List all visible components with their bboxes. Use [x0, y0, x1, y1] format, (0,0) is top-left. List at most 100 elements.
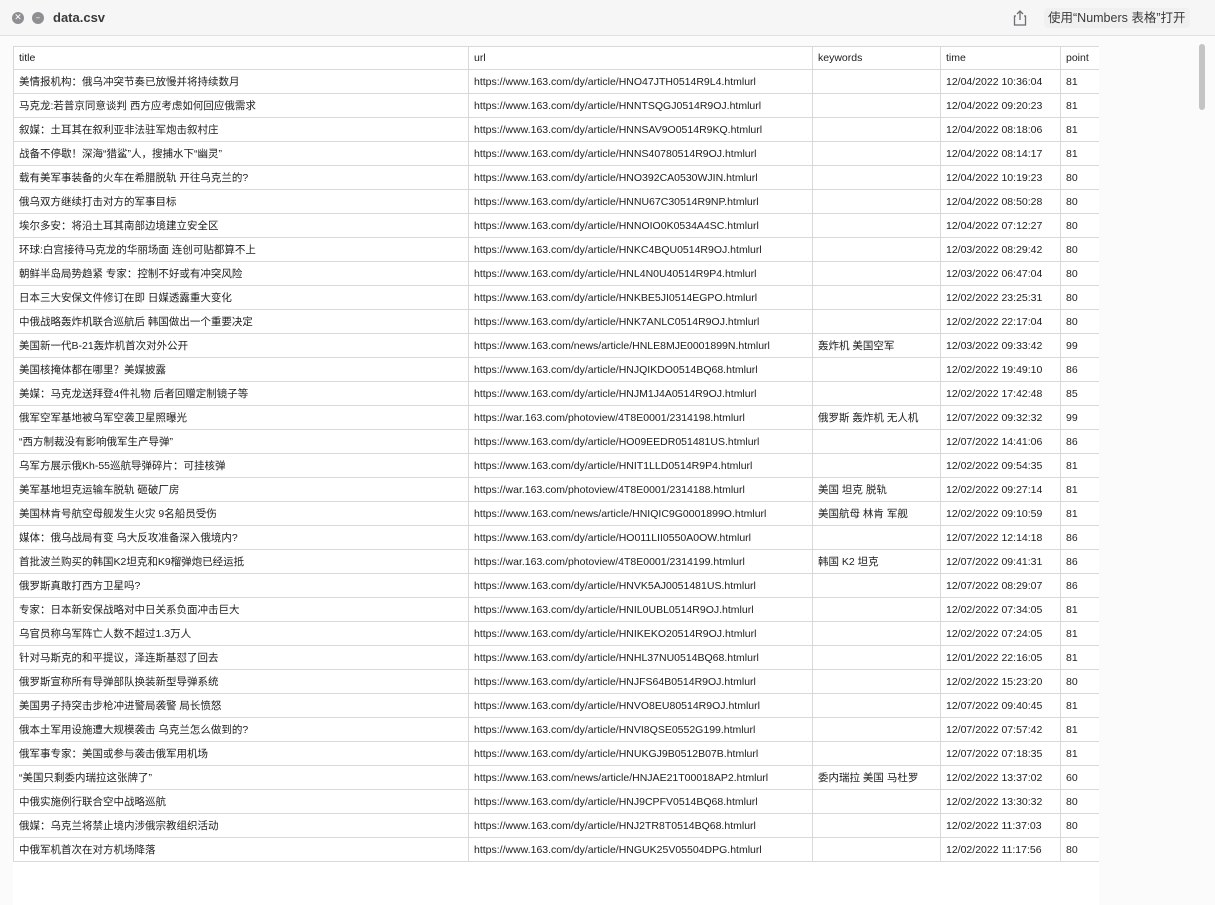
table-row: “美国只剩委内瑞拉这张牌了” https://www.163.com/news/a…	[13, 765, 1099, 790]
time-cell: 12/02/2022 15:23:20	[940, 669, 1061, 694]
title-cell: 战备不停歇！深海“猎鲨”人，搜捕水下“幽灵”	[13, 141, 469, 166]
point-cell: 86	[1060, 549, 1099, 574]
point-cell: 81	[1060, 693, 1099, 718]
title-cell: 俄军空军基地被乌军空袭卫星照曝光	[13, 405, 469, 430]
title-cell: 美国林肯号航空母舰发生火灾 9名船员受伤	[13, 501, 469, 526]
point-cell: 80	[1060, 813, 1099, 838]
keywords-cell	[812, 213, 941, 238]
column-header-keywords: keywords	[812, 46, 941, 70]
point-cell: 86	[1060, 573, 1099, 598]
url-cell: https://www.163.com/dy/article/HNNSAV9O0…	[468, 117, 813, 142]
table-row: 俄罗斯真敢打西方卫星吗? https://www.163.com/dy/artic…	[13, 573, 1099, 598]
keywords-cell	[812, 261, 941, 286]
url-cell: https://www.163.com/dy/article/HNKC4BQU0…	[468, 237, 813, 262]
keywords-cell	[812, 357, 941, 382]
window-titlebar: ✕ – data.csv 使用“Numbers 表格”打开	[0, 0, 1215, 36]
url-cell: https://www.163.com/dy/article/HNNU67C30…	[468, 189, 813, 214]
url-cell: https://www.163.com/news/article/HNJAE21…	[468, 765, 813, 790]
time-cell: 12/07/2022 09:40:45	[940, 693, 1061, 718]
time-cell: 12/03/2022 09:33:42	[940, 333, 1061, 358]
point-cell: 80	[1060, 261, 1099, 286]
keywords-cell	[812, 621, 941, 646]
table-row: 美情报机构：俄乌冲突节奏已放慢并将持续数月 https://www.163.com…	[13, 69, 1099, 94]
title-cell: “美国只剩委内瑞拉这张牌了”	[13, 765, 469, 790]
share-icon[interactable]	[1011, 9, 1029, 27]
keywords-cell	[812, 69, 941, 94]
title-cell: “西方制裁没有影响俄军生产导弹”	[13, 429, 469, 454]
time-cell: 12/02/2022 07:24:05	[940, 621, 1061, 646]
table-row: 环球:白宫接待马克龙的华丽场面 连创可贴都算不上 https://www.163.…	[13, 237, 1099, 262]
time-cell: 12/02/2022 19:49:10	[940, 357, 1061, 382]
point-cell: 80	[1060, 837, 1099, 862]
keywords-cell	[812, 789, 941, 814]
url-cell: https://www.163.com/dy/article/HNJM1J4A0…	[468, 381, 813, 406]
table-row: 首批波兰购买的韩国K2坦克和K9榴弹炮已经运抵 https://war.163.c…	[13, 549, 1099, 574]
title-cell: 中俄战略轰炸机联合巡航后 韩国做出一个重要决定	[13, 309, 469, 334]
title-cell: 俄媒：乌克兰将禁止境内涉俄宗教组织活动	[13, 813, 469, 838]
table-row: 中俄军机首次在对方机场降落 https://www.163.com/dy/arti…	[13, 837, 1099, 862]
table-body: 美情报机构：俄乌冲突节奏已放慢并将持续数月 https://www.163.com…	[13, 69, 1099, 862]
keywords-cell	[812, 189, 941, 214]
keywords-cell	[812, 93, 941, 118]
keywords-cell	[812, 645, 941, 670]
keywords-cell: 委内瑞拉 美国 马杜罗	[812, 765, 941, 790]
table-row: 针对马斯克的和平提议，泽连斯基怼了回去 https://www.163.com/d…	[13, 645, 1099, 670]
csv-table: title url keywords time point 美情报机构：俄乌冲突节奏已放…	[13, 46, 1099, 862]
time-cell: 12/03/2022 06:47:04	[940, 261, 1061, 286]
time-cell: 12/02/2022 17:42:48	[940, 381, 1061, 406]
time-cell: 12/04/2022 09:20:23	[940, 93, 1061, 118]
title-cell: 美军基地坦克运输车脱轨 砸破厂房	[13, 477, 469, 502]
scrollbar-thumb[interactable]	[1199, 44, 1205, 110]
time-cell: 12/02/2022 09:54:35	[940, 453, 1061, 478]
table-row: 俄本土军用设施遭大规模袭击 乌克兰怎么做到的? https://www.163.c…	[13, 717, 1099, 742]
point-cell: 81	[1060, 453, 1099, 478]
title-cell: 朝鲜半岛局势趋紧 专家：控制不好或有冲突风险	[13, 261, 469, 286]
time-cell: 12/07/2022 08:29:07	[940, 573, 1061, 598]
table-row: 俄军事专家：美国或参与袭击俄军用机场 https://www.163.com/dy…	[13, 741, 1099, 766]
title-cell: 美情报机构：俄乌冲突节奏已放慢并将持续数月	[13, 69, 469, 94]
url-cell: https://www.163.com/dy/article/HNKBE5JI0…	[468, 285, 813, 310]
title-cell: 埃尔多安：将沿土耳其南部边境建立安全区	[13, 213, 469, 238]
vertical-scrollbar[interactable]	[1196, 36, 1210, 905]
point-cell: 81	[1060, 741, 1099, 766]
keywords-cell	[812, 669, 941, 694]
point-cell: 81	[1060, 141, 1099, 166]
url-cell: https://www.163.com/dy/article/HNIL0UBL0…	[468, 597, 813, 622]
point-cell: 80	[1060, 213, 1099, 238]
point-cell: 80	[1060, 285, 1099, 310]
keywords-cell	[812, 741, 941, 766]
title-cell: 乌军方展示俄Kh-55巡航导弹碎片：可挂核弹	[13, 453, 469, 478]
title-cell: 美国新一代B-21轰炸机首次对外公开	[13, 333, 469, 358]
time-cell: 12/03/2022 08:29:42	[940, 237, 1061, 262]
url-cell: https://war.163.com/photoview/4T8E0001/2…	[468, 477, 813, 502]
point-cell: 80	[1060, 309, 1099, 334]
point-cell: 60	[1060, 765, 1099, 790]
url-cell: https://www.163.com/dy/article/HNO47JTH0…	[468, 69, 813, 94]
table-row: 乌军方展示俄Kh-55巡航导弹碎片：可挂核弹 https://www.163.co…	[13, 453, 1099, 478]
open-with-numbers-button[interactable]: 使用“Numbers 表格”打开	[1044, 8, 1190, 28]
keywords-cell	[812, 573, 941, 598]
keywords-cell	[812, 381, 941, 406]
close-icon[interactable]: ✕	[12, 12, 24, 24]
time-cell: 12/07/2022 12:14:18	[940, 525, 1061, 550]
point-cell: 81	[1060, 477, 1099, 502]
url-cell: https://www.163.com/dy/article/HNIKEKO20…	[468, 621, 813, 646]
url-cell: https://www.163.com/news/article/HNIQIC9…	[468, 501, 813, 526]
keywords-cell	[812, 837, 941, 862]
minus-icon[interactable]: –	[32, 12, 44, 24]
title-cell: 美媒：马克龙送拜登4件礼物 后者回赠定制镜子等	[13, 381, 469, 406]
title-cell: 马克龙:若普京同意谈判 西方应考虑如何回应俄需求	[13, 93, 469, 118]
time-cell: 12/02/2022 07:34:05	[940, 597, 1061, 622]
url-cell: https://www.163.com/dy/article/HNNOIO0K0…	[468, 213, 813, 238]
keywords-cell	[812, 117, 941, 142]
time-cell: 12/04/2022 07:12:27	[940, 213, 1061, 238]
point-cell: 86	[1060, 525, 1099, 550]
time-cell: 12/02/2022 23:25:31	[940, 285, 1061, 310]
keywords-cell	[812, 813, 941, 838]
column-header-point: point	[1060, 46, 1099, 70]
url-cell: https://www.163.com/dy/article/HNHL37NU0…	[468, 645, 813, 670]
column-header-time: time	[940, 46, 1061, 70]
title-cell: 美国男子持突击步枪冲进警局袭警 局长愤怒	[13, 693, 469, 718]
point-cell: 81	[1060, 93, 1099, 118]
time-cell: 12/07/2022 09:41:31	[940, 549, 1061, 574]
